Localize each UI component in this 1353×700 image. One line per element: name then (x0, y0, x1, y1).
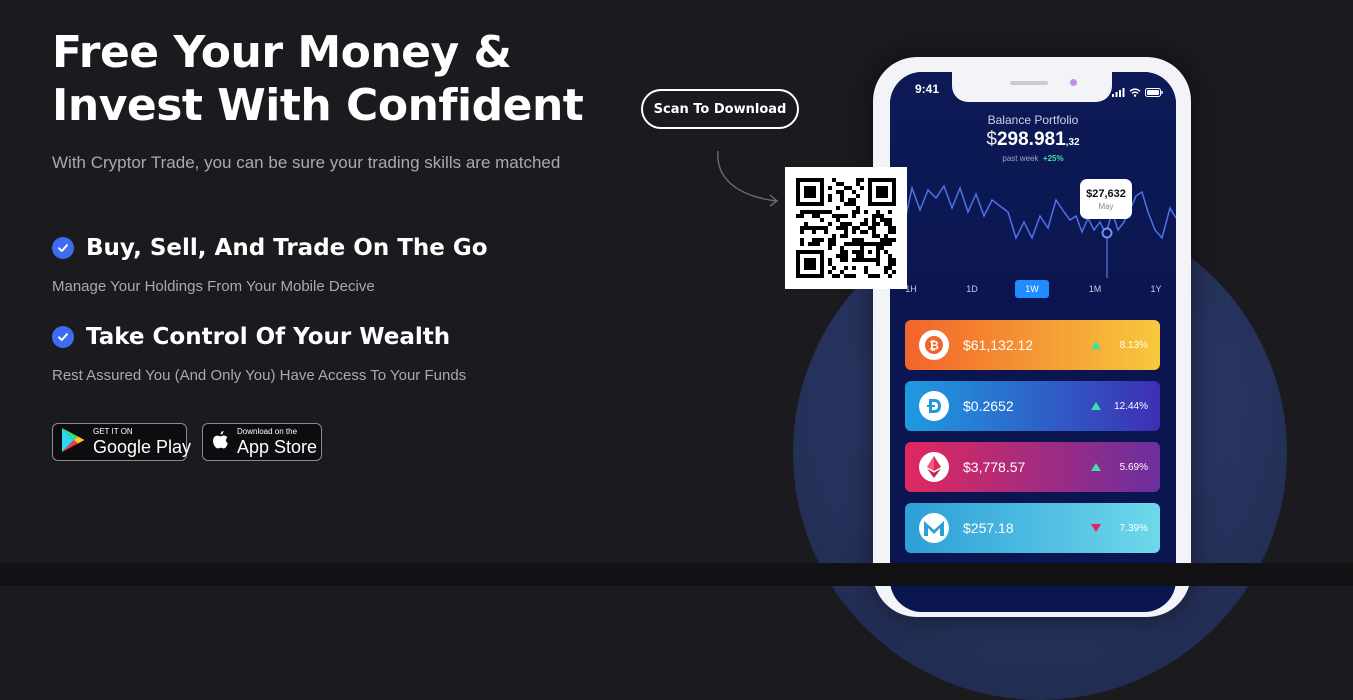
coin-price: $61,132.12 (963, 337, 1034, 353)
google-play-label: Google Play (93, 437, 192, 457)
speaker (1010, 81, 1048, 85)
app-store-small-label: Download on the (237, 427, 298, 436)
coin-row-ethereum[interactable]: $3,778.57 5.69% (905, 442, 1160, 492)
headline-line-1: Free Your Money & (52, 27, 512, 78)
feature-desc: Manage Your Holdings From Your Mobile De… (52, 278, 375, 295)
footer-strip (0, 563, 1353, 586)
feature-title: Buy, Sell, And Trade On The Go (86, 235, 488, 261)
balance-label: Balance Portfolio (987, 113, 1079, 127)
feature-title: Take Control Of Your Wealth (86, 324, 451, 350)
coin-change: 5.69% (1119, 461, 1148, 473)
period-label: past week (1002, 154, 1039, 163)
period-change: +25% (1042, 154, 1064, 163)
coin-change: 12.44% (1114, 400, 1148, 412)
headline-line-2: Invest With Confident (52, 80, 584, 131)
range-1m[interactable]: 1M (1082, 280, 1108, 298)
google-play-small-label: GET IT ON (93, 427, 133, 436)
camera (1070, 79, 1077, 86)
tooltip-value: $27,632 (1086, 187, 1126, 200)
coin-price: $257.18 (963, 520, 1014, 536)
hero-headline: Free Your Money & Invest With Confident (52, 26, 612, 132)
svg-text:₿: ₿ (929, 339, 939, 353)
battery-icon (1145, 82, 1163, 101)
dogecoin-icon (919, 391, 949, 421)
coin-row-bitcoin[interactable]: ₿ $61,132.12 8.13% (905, 320, 1160, 370)
feature-desc: Rest Assured You (And Only You) Have Acc… (52, 367, 467, 384)
coin-row-monero[interactable]: $257.18 7.39% (905, 503, 1160, 553)
scan-to-download-button[interactable]: Scan To Download (641, 89, 799, 129)
coin-price: $0.2652 (963, 398, 1014, 414)
monero-icon (919, 513, 949, 543)
download-qr-code[interactable] (785, 167, 907, 289)
range-1y[interactable]: 1Y (1144, 280, 1168, 298)
coin-row-dogecoin[interactable]: $0.2652 12.44% (905, 381, 1160, 431)
phone-screen: 9:41 Balance Portfolio $298.981,32 past … (890, 72, 1176, 612)
balance-cents: ,32 (1065, 137, 1080, 148)
tooltip-month: May (1098, 201, 1114, 211)
check-circle-icon (52, 326, 74, 348)
google-play-icon (61, 427, 85, 457)
balance-main: 298.981 (996, 129, 1066, 150)
balance-period: past week +25% (890, 154, 1176, 163)
apple-icon (211, 430, 229, 455)
app-store-button[interactable]: Download on the App Store (202, 423, 322, 461)
feature-trade: Buy, Sell, And Trade On The Go (52, 235, 488, 261)
bitcoin-icon: ₿ (919, 330, 949, 360)
balance-value: $298.981,32 (890, 129, 1176, 151)
curved-arrow-icon (717, 150, 779, 207)
check-circle-icon (52, 237, 74, 259)
portfolio-line-chart (890, 184, 1176, 278)
range-selector: 1H 1D 1W 1M 1Y (890, 280, 1176, 298)
arrow-up-icon (1091, 402, 1101, 410)
balance-currency: $ (986, 129, 997, 150)
ethereum-icon (919, 452, 949, 482)
qr-code-icon (796, 178, 896, 278)
chart-tooltip: $27,632 May (1080, 179, 1132, 219)
range-1w[interactable]: 1W (1015, 280, 1049, 298)
phone-notch (952, 72, 1112, 102)
status-time: 9:41 (915, 82, 940, 96)
feature-control: Take Control Of Your Wealth (52, 324, 450, 350)
hero-subtitle: With Cryptor Trade, you can be sure your… (52, 153, 561, 172)
coin-change: 7.39% (1119, 522, 1148, 534)
tooltip-point (1101, 227, 1113, 239)
wifi-icon (1129, 82, 1141, 101)
range-1d[interactable]: 1D (960, 280, 984, 298)
coin-price: $3,778.57 (963, 459, 1026, 475)
status-icons (1112, 82, 1163, 101)
app-store-label: App Store (237, 437, 318, 457)
arrow-up-icon (1091, 463, 1101, 471)
arrow-down-icon (1091, 524, 1101, 532)
coin-change: 8.13% (1119, 339, 1148, 351)
signal-icon (1112, 82, 1125, 101)
portfolio-line (890, 184, 1176, 241)
google-play-button[interactable]: GET IT ON Google Play (52, 423, 191, 461)
arrow-up-icon (1091, 341, 1101, 349)
